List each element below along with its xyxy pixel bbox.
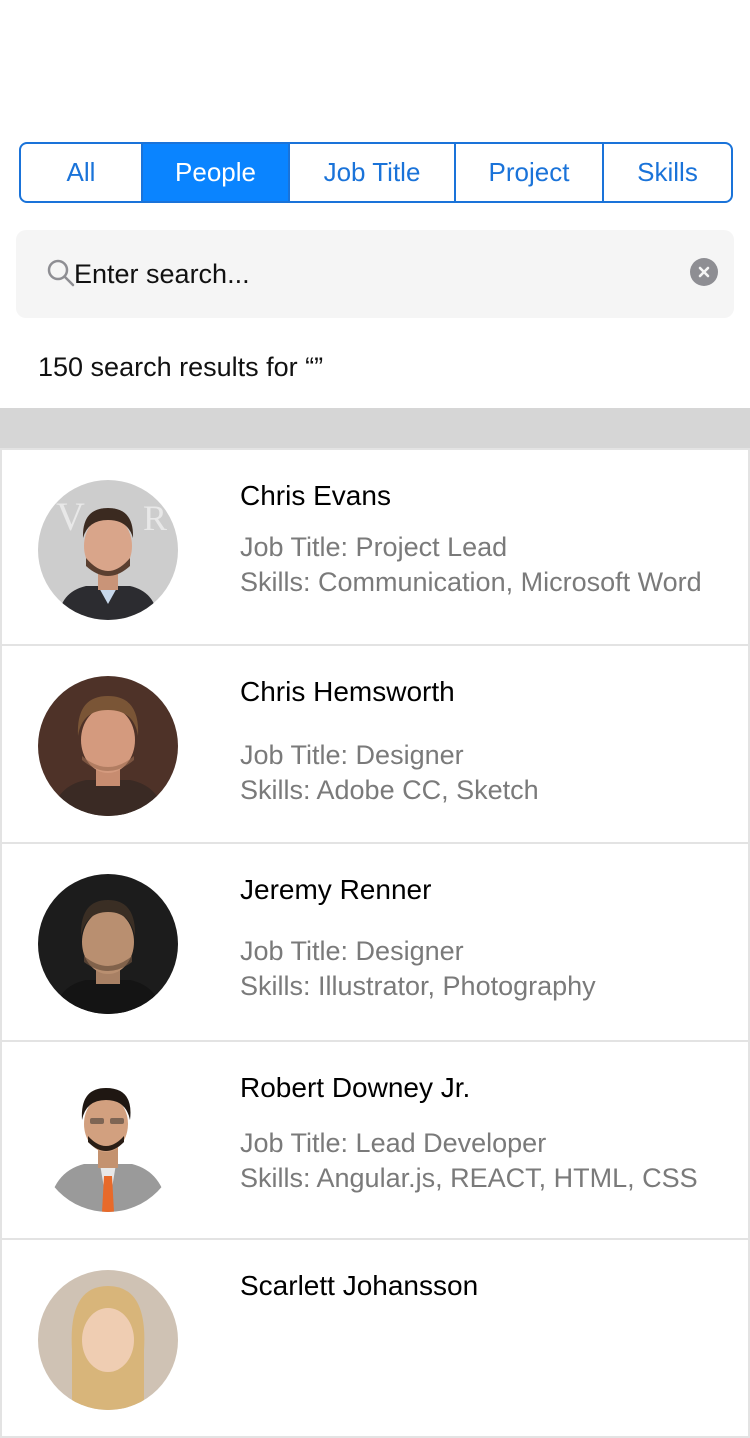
- person-row[interactable]: Chris Hemsworth Job Title: Designer Skil…: [0, 646, 750, 844]
- person-skills: Skills: Communication, Microsoft Word: [240, 567, 702, 597]
- person-name: Chris Evans: [240, 480, 391, 511]
- results-count: 150 search results for “”: [38, 352, 324, 382]
- clear-search-icon[interactable]: [690, 258, 718, 286]
- person-job-title: Job Title: Project Lead: [240, 532, 508, 562]
- avatar: [38, 1270, 178, 1410]
- search-input[interactable]: [74, 250, 674, 298]
- person-name: Jeremy Renner: [240, 874, 432, 905]
- tab-people[interactable]: People: [143, 144, 290, 201]
- avatar: [38, 676, 178, 816]
- person-job-title: Job Title: Designer: [240, 740, 464, 770]
- person-job-title: Job Title: Designer: [240, 936, 464, 966]
- person-name: Scarlett Johansson: [240, 1270, 479, 1301]
- search-bar: [16, 230, 734, 318]
- tab-skills[interactable]: Skills: [604, 144, 731, 201]
- search-scope-segmented-control: All People Job Title Project Skills: [19, 142, 733, 203]
- tab-job-title[interactable]: Job Title: [290, 144, 456, 201]
- person-row[interactable]: Robert Downey Jr. Job Title: Lead Develo…: [0, 1042, 750, 1240]
- avatar: V R: [38, 480, 178, 620]
- tab-all[interactable]: All: [21, 144, 143, 201]
- people-list: V R Chris Evans Job Title: Project Lead …: [0, 448, 750, 1438]
- svg-text:V: V: [56, 494, 85, 539]
- person-row[interactable]: Jeremy Renner Job Title: Designer Skills…: [0, 844, 750, 1042]
- tab-project[interactable]: Project: [456, 144, 604, 201]
- person-job-title: Job Title: Lead Developer: [240, 1128, 547, 1158]
- person-name: Robert Downey Jr.: [240, 1072, 471, 1103]
- section-divider: [0, 408, 750, 448]
- person-skills: Skills: Angular.js, REACT, HTML, CSS: [240, 1163, 698, 1193]
- svg-text:R: R: [143, 498, 167, 538]
- search-icon: [47, 259, 75, 287]
- person-row[interactable]: Scarlett Johansson: [0, 1240, 750, 1438]
- person-name: Chris Hemsworth: [240, 676, 455, 707]
- avatar: [38, 1072, 178, 1212]
- avatar: [38, 874, 178, 1014]
- person-skills: Skills: Adobe CC, Sketch: [240, 775, 539, 805]
- person-skills: Skills: Illustrator, Photography: [240, 971, 596, 1001]
- person-row[interactable]: V R Chris Evans Job Title: Project Lead …: [0, 448, 750, 646]
